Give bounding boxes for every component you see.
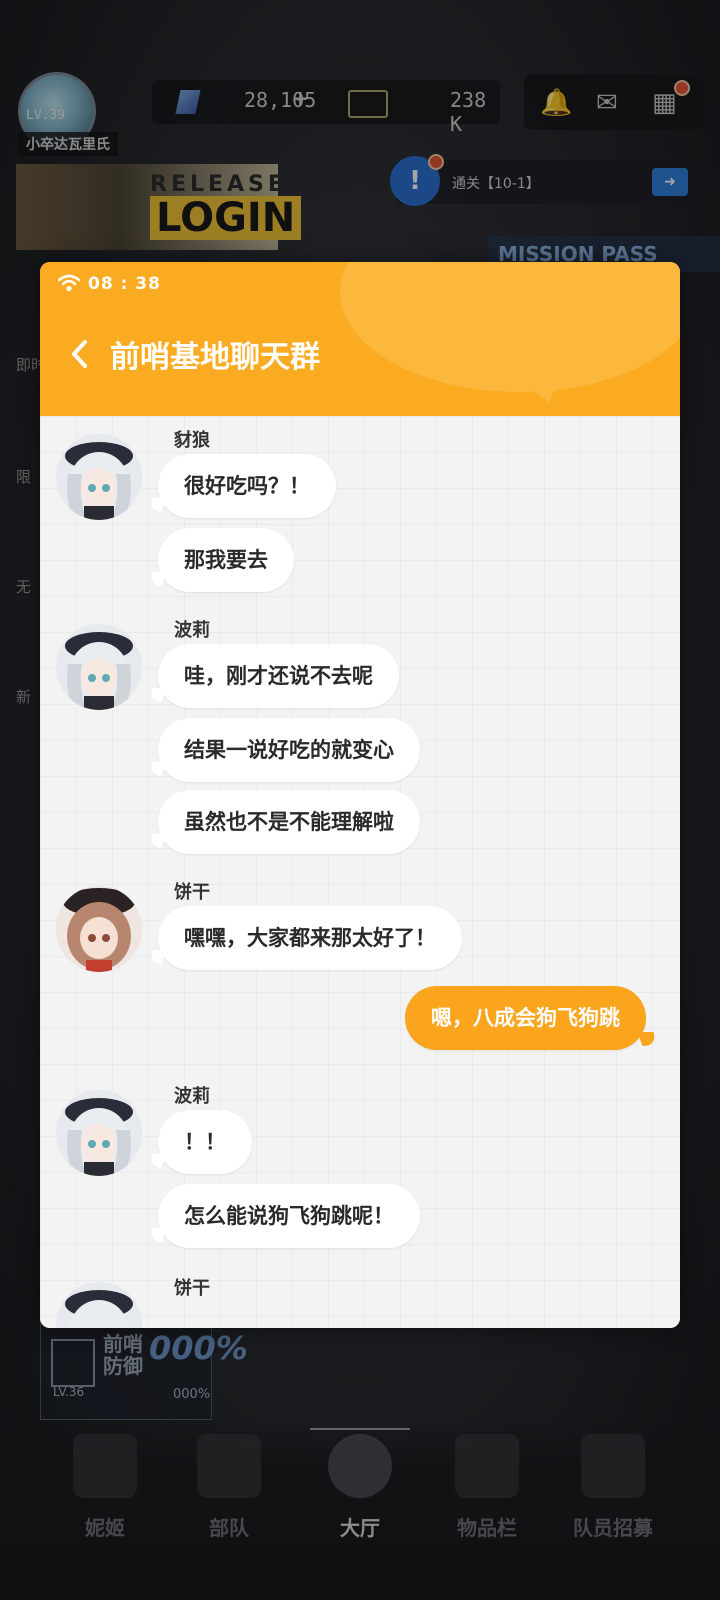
status-time: 08 : 38 [88, 274, 161, 294]
back-arrow-icon[interactable] [68, 338, 90, 370]
avatar[interactable] [56, 624, 142, 710]
chat-header: 08 : 38 前哨基地聊天群 [40, 262, 680, 416]
silver-hair-girl-avatar [56, 1090, 142, 1176]
avatar[interactable] [56, 886, 142, 972]
avatar[interactable] [56, 1282, 142, 1328]
silver-hair-girl-avatar [56, 624, 142, 710]
sender-name: 波莉 [174, 1086, 210, 1107]
avatar[interactable] [56, 434, 142, 520]
message-bubble: ！！ [158, 1110, 252, 1174]
brown-hair-girl-avatar [56, 886, 142, 972]
message-bubble: 嘿嘿，大家都来那太好了！ [158, 906, 462, 970]
avatar[interactable] [56, 1090, 142, 1176]
sender-name: 饼干 [174, 882, 210, 903]
chat-title: 前哨基地聊天群 [110, 340, 320, 375]
message-bubble: 哇，刚才还说不去呢 [158, 644, 399, 708]
sender-name: 波莉 [174, 620, 210, 641]
message-bubble: 怎么能说狗飞狗跳呢！ [158, 1184, 420, 1248]
speech-bubble-decoration [340, 262, 680, 392]
silver-hair-girl-avatar [56, 1282, 142, 1328]
message-bubble: 结果一说好吃的就变心 [158, 718, 420, 782]
message-bubble: 那我要去 [158, 528, 294, 592]
chat-window: 08 : 38 前哨基地聊天群 豺狼 很好吃吗？！ 那我要去 波莉 哇，刚才还说… [40, 262, 680, 1328]
message-bubble: 虽然也不是不能理解啦 [158, 790, 420, 854]
sender-name: 饼干 [174, 1278, 210, 1299]
wifi-icon [58, 274, 80, 292]
my-message-bubble: 嗯，八成会狗飞狗跳 [405, 986, 646, 1050]
message-bubble: 很好吃吗？！ [158, 454, 336, 518]
silver-hair-girl-avatar [56, 434, 142, 520]
message-list[interactable]: 豺狼 很好吃吗？！ 那我要去 波莉 哇，刚才还说不去呢 结果一说好吃的就变心 虽… [40, 416, 680, 1328]
sender-name: 豺狼 [174, 430, 210, 451]
